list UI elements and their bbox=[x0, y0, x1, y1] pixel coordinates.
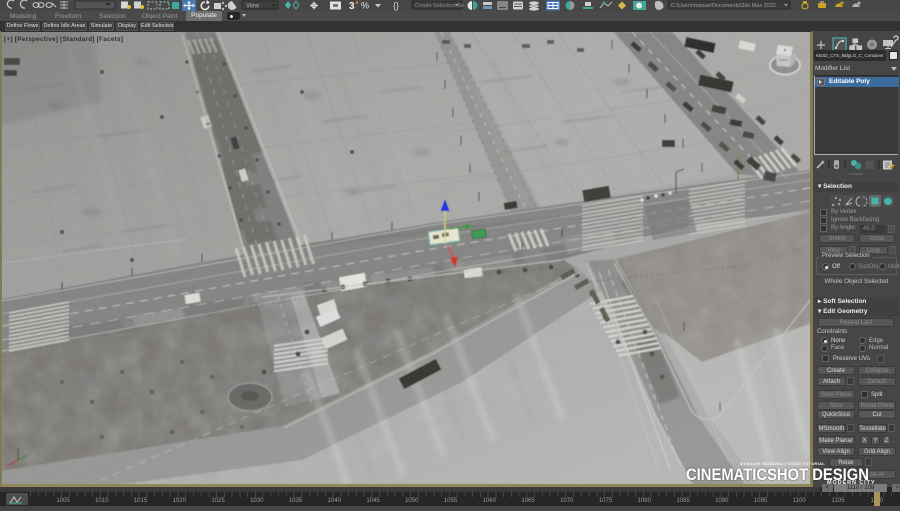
svg-text:View: View bbox=[246, 4, 260, 10]
svg-text:C:\Users\masae\Documents\3ds M: C:\Users\masae\Documents\3ds Max 2022 bbox=[671, 3, 776, 9]
svg-text:{}: {} bbox=[393, 1, 399, 11]
svg-text:3: 3 bbox=[349, 1, 355, 11]
svg-text:Create Selection Se: Create Selection Se bbox=[415, 3, 464, 9]
svg-text:%: % bbox=[361, 1, 369, 11]
